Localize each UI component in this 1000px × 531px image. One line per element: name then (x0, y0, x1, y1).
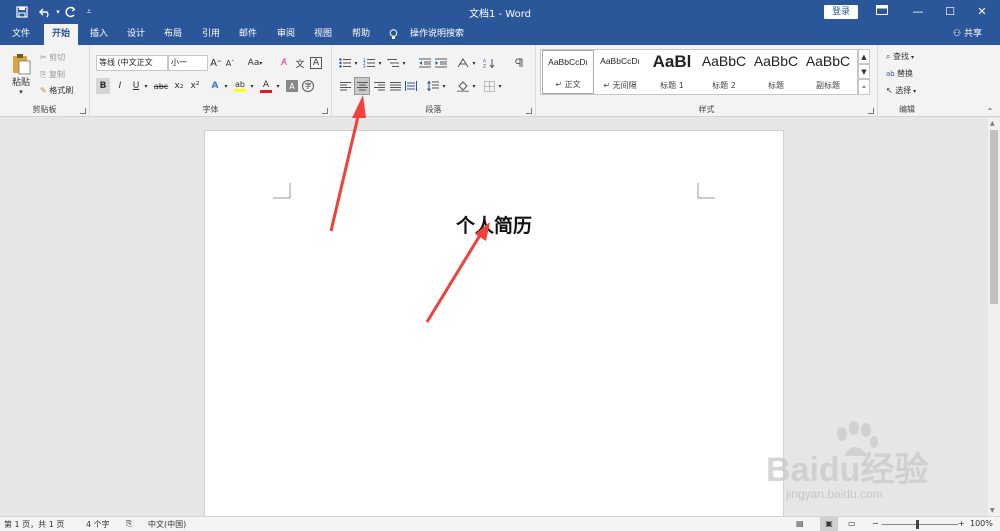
scroll-up-icon[interactable]: ▲ (990, 120, 995, 127)
scrollbar-thumb[interactable] (990, 130, 998, 304)
language-indicator[interactable]: 中文(中国) (148, 519, 186, 530)
zoom-level[interactable]: 100% (970, 519, 993, 528)
zoom-slider-thumb[interactable] (916, 520, 919, 529)
vertical-scrollbar[interactable]: ▲ ▼ (988, 118, 1000, 516)
arrow-to-center-align (329, 95, 366, 232)
zoom-out-icon[interactable]: − (872, 519, 879, 528)
page-count[interactable]: 第 1 页，共 1 页 (4, 519, 64, 530)
zoom-slider[interactable] (882, 520, 958, 529)
zoom-in-icon[interactable]: + (958, 519, 965, 528)
word-count[interactable]: 4 个字 (86, 519, 110, 530)
watermark-url: jingyan.baidu.com (786, 487, 883, 501)
arrow-to-heading (425, 222, 490, 323)
proofing-icon[interactable]: ⎘ (126, 519, 132, 529)
scroll-down-icon[interactable]: ▼ (990, 507, 995, 514)
status-bar: 第 1 页，共 1 页 4 个字 ⎘ 中文(中国) ▤ ▣ ▭ − + 100% (0, 516, 1000, 531)
read-mode-icon[interactable]: ▤ (796, 519, 804, 528)
web-layout-icon[interactable]: ▭ (848, 519, 856, 528)
baidu-watermark: Baidu经验 jingyan.baidu.com (762, 420, 962, 510)
print-layout-icon[interactable]: ▣ (820, 517, 838, 531)
watermark-brand: Baidu经验 (766, 451, 929, 489)
